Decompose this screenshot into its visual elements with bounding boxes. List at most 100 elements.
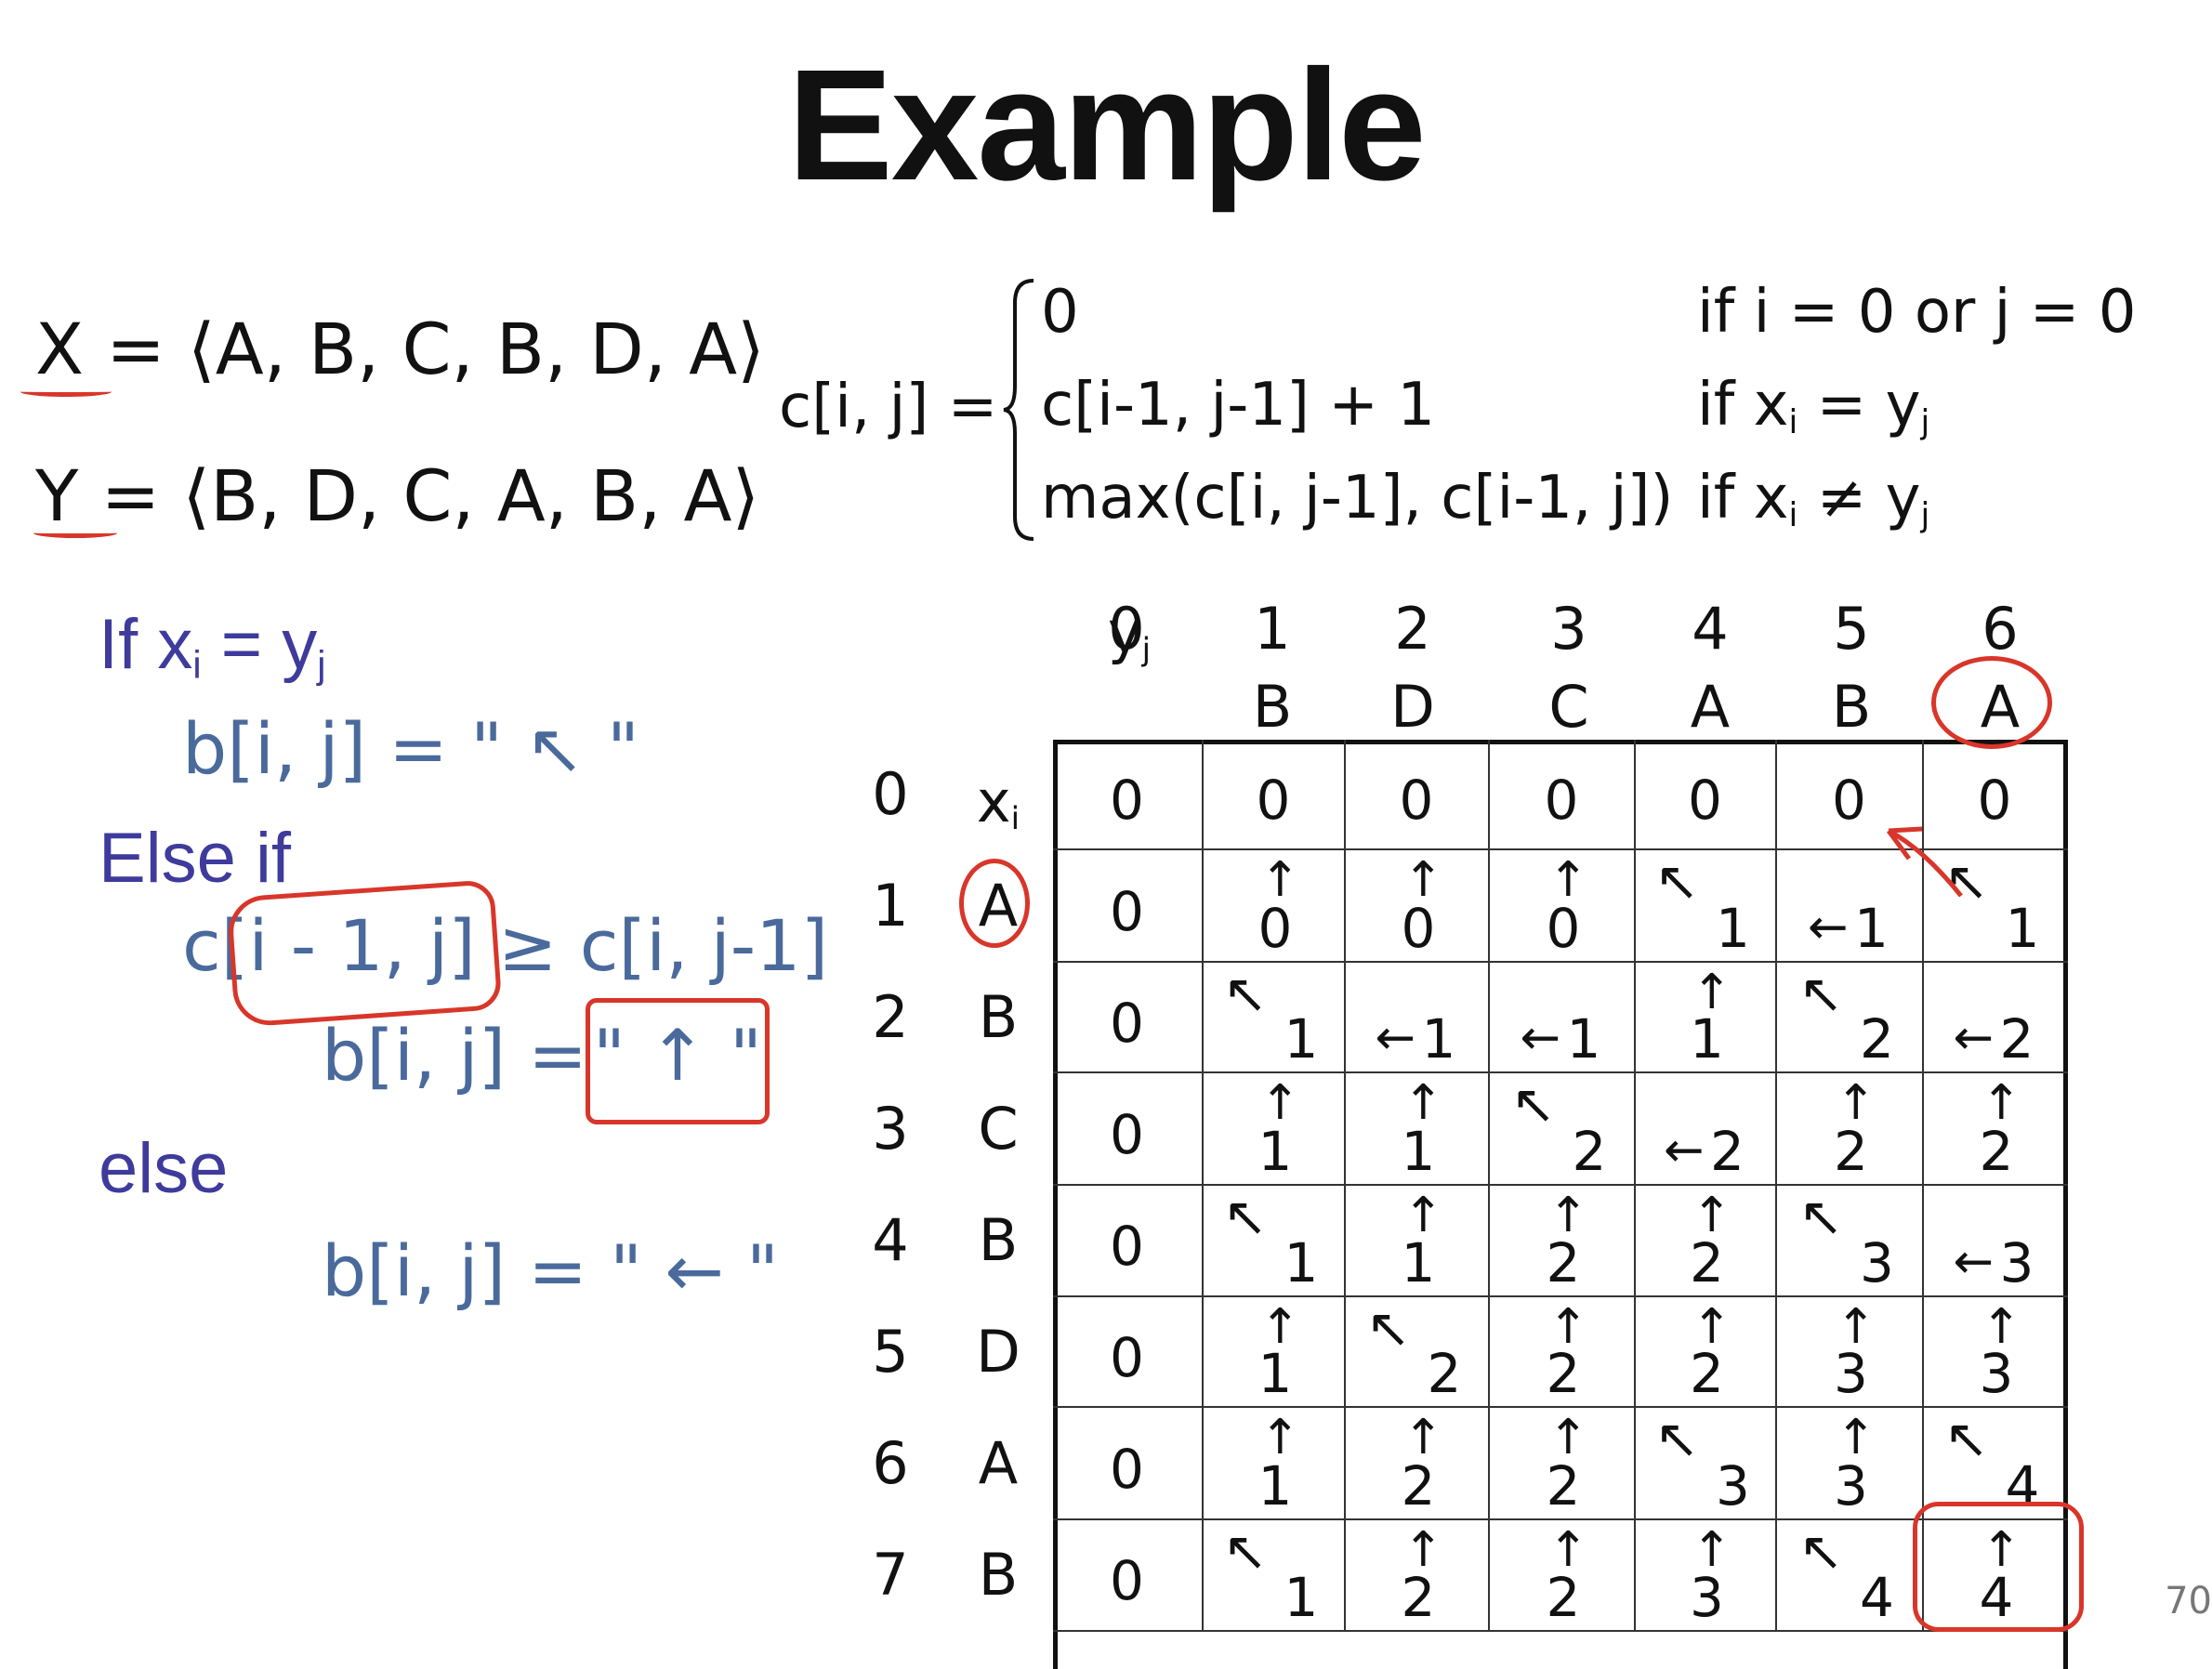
- cell-value: 0: [1832, 768, 1866, 832]
- col-index-1: 1: [1254, 595, 1291, 663]
- cell-value: 0: [1544, 768, 1579, 832]
- cell-4-1: ↖ 1: [1204, 1186, 1346, 1297]
- cell-value: 3: [1979, 1342, 2014, 1405]
- cell-value: 1: [2005, 897, 2040, 960]
- annotation-underline-x: [20, 387, 112, 397]
- cell-1-0: 0: [1053, 850, 1204, 963]
- sequence-y: Y = ⟨B, D, C, A, B, A⟩: [35, 454, 760, 537]
- cell-value: 1: [1284, 1231, 1319, 1294]
- header-y-label: yj: [1107, 598, 1152, 669]
- cell-1-1: ↑ 0: [1204, 850, 1346, 963]
- x-char-5: D: [976, 1318, 1020, 1386]
- cell-value: 2: [1999, 1007, 2034, 1071]
- cell-value: 3: [1834, 1454, 1868, 1518]
- cell-4-0: 0: [1053, 1186, 1204, 1297]
- cell-2-4: ↑ 1: [1636, 963, 1777, 1073]
- cell-value: 2: [1710, 1120, 1745, 1183]
- cell-value: 3: [1834, 1342, 1868, 1405]
- row-index-4: 4: [872, 1206, 909, 1274]
- annotation-box-final: [1913, 1502, 2084, 1632]
- cell-value: 0: [1110, 879, 1144, 943]
- left-arrow-icon: ←: [1375, 1010, 1416, 1066]
- recurrence-brace: [1003, 279, 1034, 541]
- cell-3-0: 0: [1053, 1073, 1204, 1186]
- cell-value: 0: [1688, 768, 1722, 832]
- cell-value: 2: [1690, 1342, 1724, 1405]
- cell-value: 1: [1421, 1007, 1456, 1071]
- cell-value: 2: [1690, 1231, 1724, 1294]
- cell-4-3: ↑ 2: [1490, 1186, 1636, 1297]
- left-arrow-icon: ←: [1520, 1010, 1561, 1066]
- cell-value: 1: [1257, 1454, 1293, 1518]
- row-index-1: 1: [872, 872, 909, 940]
- cell-value: 1: [1566, 1007, 1601, 1071]
- cell-0-3: 0: [1490, 740, 1636, 850]
- annotation-underline-y: [33, 528, 117, 538]
- diagonal-arrow-icon: ↖: [1365, 1296, 1412, 1360]
- cell-0-2: 0: [1346, 740, 1490, 850]
- cell-value: 2: [1546, 1566, 1581, 1629]
- cell-6-3: ↑ 2: [1490, 1408, 1636, 1520]
- y-char-5: B: [1831, 673, 1872, 741]
- annotation-box-up: [586, 998, 770, 1124]
- cell-value: 2: [1427, 1342, 1462, 1405]
- cell-value: 1: [1401, 1231, 1436, 1294]
- cell-value: 0: [1977, 768, 2012, 832]
- diagonal-arrow-icon: ↖: [1798, 1519, 1844, 1583]
- cell-6-2: ↑ 2: [1346, 1408, 1490, 1520]
- cell-0-0: 0: [1053, 740, 1204, 850]
- rule-b-diag: b[i, j] = " ↖ ": [182, 707, 639, 790]
- rule-else: else: [99, 1129, 229, 1208]
- cell-6-1: ↑ 1: [1204, 1408, 1346, 1520]
- annotation-circle-row1: [959, 859, 1030, 948]
- col-index-5: 5: [1833, 595, 1870, 663]
- cell-value: 1: [1257, 1342, 1293, 1405]
- cell-value: 0: [1110, 1102, 1144, 1166]
- cell-value: 0: [1546, 897, 1581, 960]
- cell-1-2: ↑ 0: [1346, 850, 1490, 963]
- cell-value: 0: [1399, 768, 1434, 832]
- cell-7-0: 0: [1053, 1520, 1204, 1632]
- x-char-2: B: [978, 983, 1019, 1051]
- cell-2-6: ← 2: [1924, 963, 2068, 1073]
- x-char-4: B: [978, 1206, 1019, 1274]
- diagonal-arrow-icon: ↖: [1654, 849, 1700, 913]
- row-index-3: 3: [872, 1095, 909, 1163]
- left-arrow-icon: ←: [1808, 900, 1849, 955]
- y-char-3: C: [1548, 673, 1589, 741]
- rule-b-left: b[i, j] = " ← ": [322, 1229, 779, 1312]
- y-char-1: B: [1252, 673, 1293, 741]
- case-1-expr: c[i-1, j-1] + 1: [1041, 371, 1436, 440]
- cell-1-3: ↑ 0: [1490, 850, 1636, 963]
- cell-7-2: ↑ 2: [1346, 1520, 1490, 1632]
- diagonal-arrow-icon: ↖: [1654, 1407, 1700, 1470]
- annotation-circle-condition: [226, 879, 503, 1028]
- cell-value: 1: [1284, 1007, 1319, 1071]
- cell-0-4: 0: [1636, 740, 1777, 850]
- x-char-7: B: [978, 1541, 1019, 1609]
- cell-5-1: ↑ 1: [1204, 1297, 1346, 1408]
- diagonal-arrow-icon: ↖: [1222, 962, 1269, 1025]
- cell-value: 0: [1110, 991, 1144, 1055]
- rule-if: If xi = yj: [99, 605, 326, 687]
- cell-4-5: ↖ 3: [1777, 1186, 1924, 1297]
- cell-2-5: ↖ 2: [1777, 963, 1924, 1073]
- row-index-5: 5: [872, 1318, 909, 1386]
- cell-value: 0: [1401, 897, 1436, 960]
- cell-value: 2: [1546, 1231, 1581, 1294]
- cell-3-5: ↑ 2: [1777, 1073, 1924, 1186]
- rule-else-if: Else if: [99, 819, 291, 898]
- cell-5-0: 0: [1053, 1297, 1204, 1408]
- col-index-6: 6: [1982, 595, 2019, 663]
- cell-value: 4: [1860, 1566, 1894, 1629]
- cell-2-3: ← 1: [1490, 963, 1636, 1073]
- cell-value: 3: [1999, 1231, 2034, 1294]
- cell-value: 2: [1401, 1454, 1436, 1518]
- recurrence-lhs: c[i, j] =: [779, 373, 998, 441]
- cell-3-2: ↑ 1: [1346, 1073, 1490, 1186]
- row-index-0: 0: [872, 760, 909, 828]
- cell-value: 0: [1110, 1325, 1144, 1389]
- cell-3-1: ↑ 1: [1204, 1073, 1346, 1186]
- cell-7-5: ↖ 4: [1777, 1520, 1924, 1632]
- cell-value: 2: [1860, 1007, 1894, 1071]
